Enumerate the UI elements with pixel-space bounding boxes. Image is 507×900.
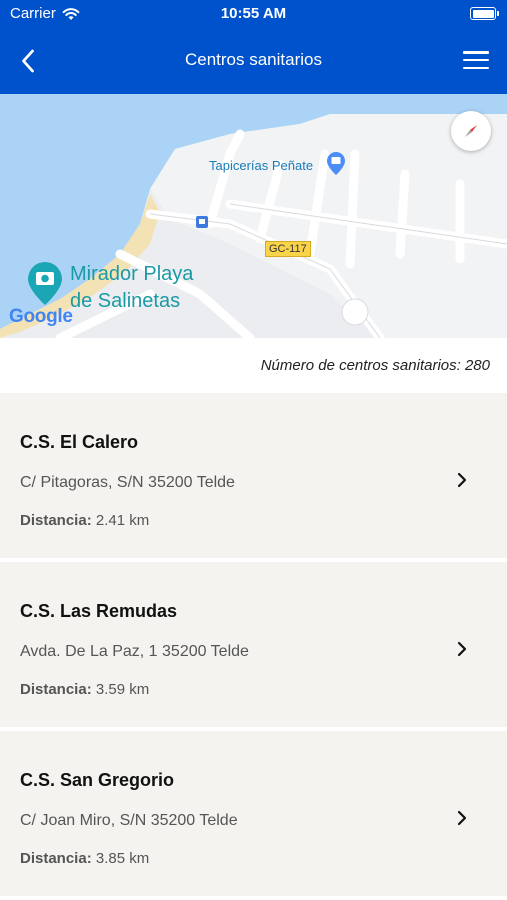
distance-label: Distancia: [20,512,92,529]
page-title: Centros sanitarios [184,50,322,69]
center-name: C.S. El Calero [20,432,139,452]
map-poi-label-line: Mirador Playa [70,263,194,285]
google-logo: Google [9,306,73,327]
compass-button[interactable] [451,111,491,151]
road-label: GC-117 [265,241,311,257]
navigation-bar: Centros sanitarios [0,28,507,94]
health-center-list: C.S. El Calero C/ Pitagoras, S/N 35200 T… [0,393,507,900]
center-distance: Distancia: 2.41 km [20,512,149,529]
distance-value: 2.41 km [95,512,150,529]
health-center-card[interactable]: C.S. San Gregorio C/ Joan Miro, S/N 3520… [0,731,507,896]
status-time: 10:55 AM [220,5,287,22]
results-count: Número de centros sanitarios: 280 [260,357,490,374]
center-address: C/ Pitagoras, S/N 35200 Telde [20,474,235,491]
center-distance: Distancia: 3.85 km [20,850,149,867]
center-distance: Distancia: 3.59 km [20,681,149,698]
health-center-card[interactable]: C.S. Las Remudas Avda. De La Paz, 1 3520… [0,562,507,727]
chevron-right-icon [457,472,467,488]
menu-button[interactable] [463,48,489,72]
compass-icon [465,125,477,137]
hamburger-icon-line [463,58,489,62]
hamburger-icon-line [463,51,489,54]
top-bar: Carrier 10:55 AM Centros sanitarios [0,0,507,94]
battery-icon [470,7,499,20]
hamburger-icon-line [463,66,489,69]
center-address: C/ Joan Miro, S/N 35200 Telde [20,812,238,829]
center-address: Avda. De La Paz, 1 35200 Telde [20,643,249,660]
distance-label: Distancia: [20,681,92,698]
distance-label: Distancia: [20,850,92,867]
map-poi-label: Tapicerías Peñate [209,158,314,173]
map-poi-label-large: Mirador Playa de Salinetas [70,261,193,315]
distance-value: 3.59 km [95,681,150,698]
status-bar: Carrier 10:55 AM [0,0,507,28]
chevron-right-icon [457,810,467,826]
chevron-right-icon [457,641,467,657]
distance-value: 3.85 km [95,850,150,867]
map-poi-label-line: de Salinetas [70,290,181,312]
results-count-bar: Número de centros sanitarios: 280 [0,338,507,393]
center-name: C.S. San Gregorio [20,770,175,790]
center-name: C.S. Las Remudas [20,601,178,621]
health-center-card[interactable]: C.S. El Calero C/ Pitagoras, S/N 35200 T… [0,393,507,558]
map-view[interactable]: Tapicerías Peñate GC-117 Mirador Playa d… [0,94,507,338]
